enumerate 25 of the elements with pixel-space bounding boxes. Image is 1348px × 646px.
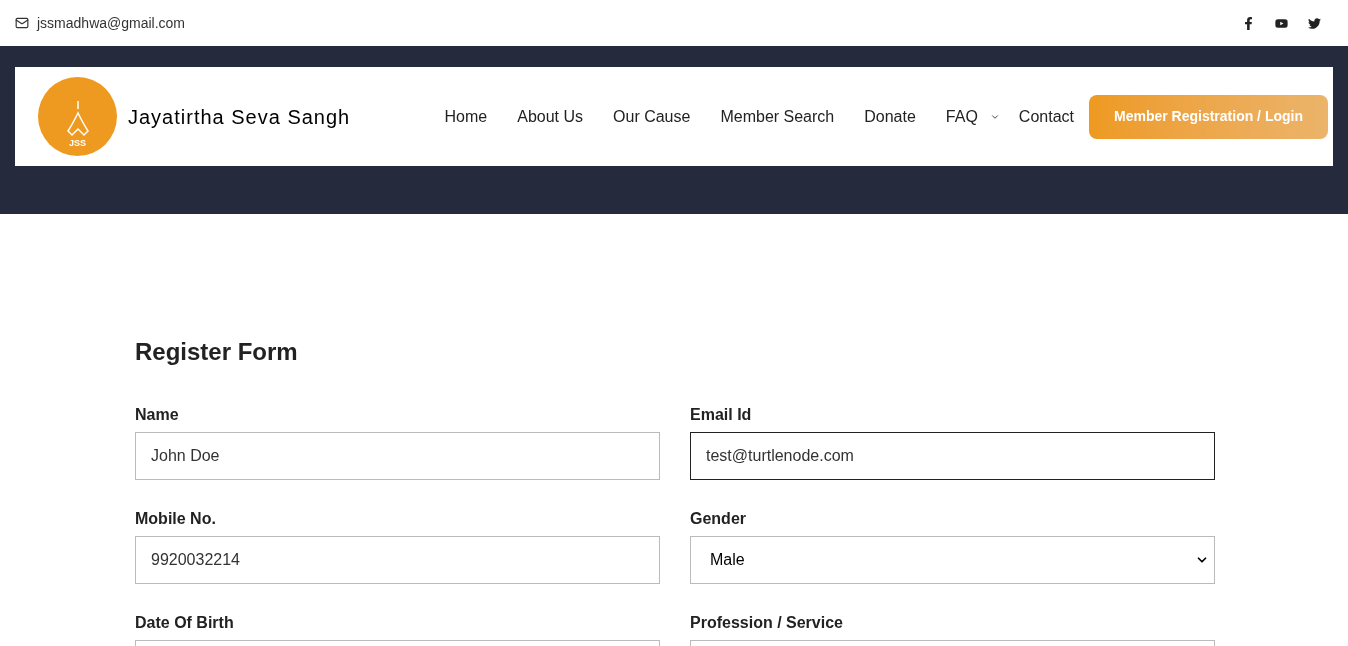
input-field[interactable]: test@turtlenode.com	[690, 432, 1215, 480]
input-field[interactable]: John Doe	[135, 432, 660, 480]
field-label: Mobile No.	[135, 510, 217, 528]
form-title: Register Form	[135, 337, 299, 367]
nav-link[interactable]: Home	[429, 104, 503, 129]
field-label: Profession / Service	[690, 614, 844, 632]
nav-link[interactable]: Our Cause	[598, 104, 706, 129]
youtube-icon[interactable]	[1275, 16, 1288, 30]
nav-link[interactable]: About Us	[502, 104, 599, 129]
contact-email: jssmadhwa@gmail.com	[37, 13, 186, 33]
facebook-icon[interactable]	[1242, 16, 1255, 30]
field-label: Name	[135, 406, 180, 424]
mail-icon	[15, 16, 29, 30]
nav-link[interactable]: Donate	[849, 104, 931, 129]
input-field[interactable]: 9920032214	[135, 536, 660, 584]
select-field[interactable]: Male	[690, 536, 1215, 584]
field-label: Gender	[690, 510, 747, 528]
site-name: Jayatirtha Seva Sangh	[128, 104, 351, 130]
nav-link[interactable]: FAQ	[930, 104, 1004, 129]
field-label: Email Id	[690, 406, 753, 424]
nav-link[interactable]: Member Search	[705, 104, 850, 129]
nav-link[interactable]: Contact	[1003, 104, 1089, 129]
field-label: Date Of Birth	[135, 614, 235, 632]
twitter-icon[interactable]	[1308, 16, 1321, 30]
logo-text: JSS	[69, 139, 86, 148]
